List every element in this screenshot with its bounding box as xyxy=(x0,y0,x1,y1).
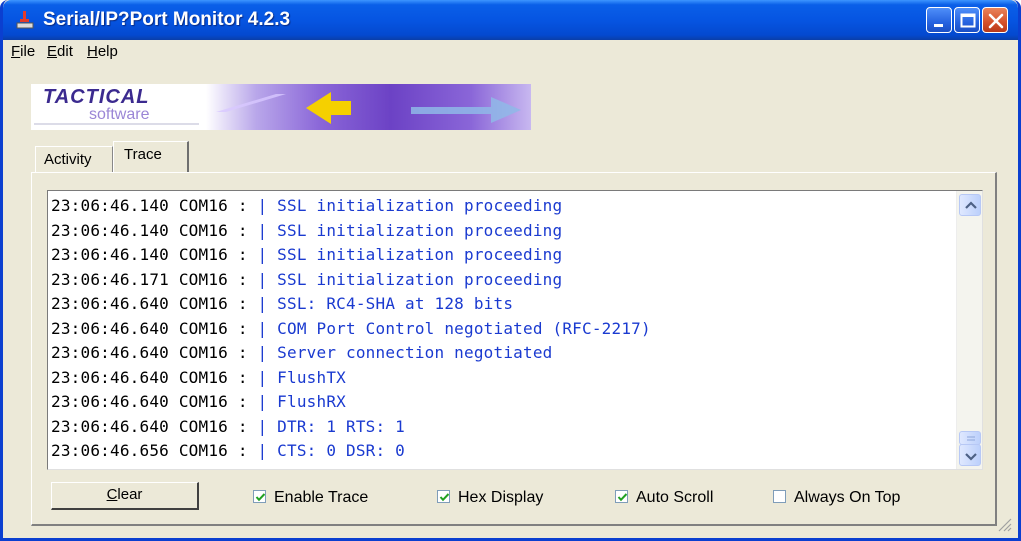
scroll-down-button[interactable] xyxy=(959,444,981,466)
trace-line-time-port: 23:06:46.656 COM16 : xyxy=(51,441,258,460)
trace-line: 23:06:46.140 COM16 : | SSL initializatio… xyxy=(48,219,954,244)
trace-line-time-port: 23:06:46.171 COM16 : xyxy=(51,269,258,289)
enable-trace-label: Enable Trace xyxy=(274,489,369,506)
trace-line-separator: | xyxy=(257,294,278,313)
trace-line-message: SSL initialization proceeding xyxy=(277,196,563,215)
hex-display-checkbox[interactable]: Hex Display xyxy=(437,489,543,507)
always-on-top-check-box[interactable] xyxy=(773,490,786,503)
trace-line-time-port: 23:06:46.640 COM16 : xyxy=(51,318,258,338)
trace-line-separator: | xyxy=(257,220,278,240)
trace-line-separator: | xyxy=(257,367,278,387)
app-icon[interactable] xyxy=(15,10,35,30)
trace-line-message: COM Port Control negotiated (RFC-2217) xyxy=(277,318,651,338)
trace-line-separator: | xyxy=(257,196,278,215)
trace-line-message: FlushRX xyxy=(277,392,347,411)
tab-trace-label: Trace xyxy=(124,146,162,163)
trace-line: 23:06:46.140 COM16 : | SSL initializatio… xyxy=(48,243,954,268)
banner-arrows-graphic xyxy=(34,92,521,125)
trace-line-time-port: 23:06:46.640 COM16 : xyxy=(51,343,258,362)
trace-lines-container: 23:06:46.140 COM16 : | SSL initializatio… xyxy=(48,194,954,464)
trace-line: 23:06:46.656 COM16 : | CTS: 0 DSR: 0 xyxy=(48,439,954,464)
tab-activity-label: Activity xyxy=(44,151,92,168)
trace-line: 23:06:46.171 COM16 : | SSL initializatio… xyxy=(48,268,954,293)
trace-line-separator: | xyxy=(257,441,278,460)
always-on-top-label: Always On Top xyxy=(794,489,901,506)
trace-line: 23:06:46.640 COM16 : | FlushTX xyxy=(48,366,954,391)
checkmark-icon xyxy=(255,493,266,502)
trace-line-time-port: 23:06:46.640 COM16 : xyxy=(51,367,258,387)
always-on-top-checkbox[interactable]: Always On Top xyxy=(773,489,900,507)
menu-help[interactable]: Help xyxy=(87,43,118,60)
trace-output-list[interactable]: 23:06:46.140 COM16 : | SSL initializatio… xyxy=(47,190,983,470)
trace-line-separator: | xyxy=(257,318,278,338)
trace-line-time-port: 23:06:46.640 COM16 : xyxy=(51,392,258,411)
auto-scroll-label: Auto Scroll xyxy=(636,489,714,506)
trace-line-message: SSL initialization proceeding xyxy=(277,220,563,240)
auto-scroll-check-box[interactable] xyxy=(615,490,628,503)
trace-line: 23:06:46.640 COM16 : | COM Port Control … xyxy=(48,317,954,342)
trace-line-time-port: 23:06:46.140 COM16 : xyxy=(51,220,258,240)
menu-file[interactable]: File xyxy=(11,43,35,60)
trace-line-time-port: 23:06:46.640 COM16 : xyxy=(51,294,258,313)
chevron-down-icon xyxy=(965,453,977,461)
minimize-button[interactable] xyxy=(926,7,952,33)
clear-button-label: Clear xyxy=(106,486,143,503)
trace-line-message: SSL initialization proceeding xyxy=(277,269,563,289)
app-window: Serial/IP?Port Monitor 4.2.3 File Edit H… xyxy=(0,0,1021,541)
enable-trace-checkbox[interactable]: Enable Trace xyxy=(253,489,368,507)
hex-display-check-box[interactable] xyxy=(437,490,450,503)
trace-scrollbar[interactable] xyxy=(956,191,982,469)
resize-grip-icon[interactable] xyxy=(996,516,1012,532)
trace-line-separator: | xyxy=(257,245,278,264)
trace-line-separator: | xyxy=(257,343,278,362)
enable-trace-check-box[interactable] xyxy=(253,490,266,503)
trace-line-time-port: 23:06:46.140 COM16 : xyxy=(51,196,258,215)
trace-line: 23:06:46.640 COM16 : | Server connection… xyxy=(48,341,954,366)
close-button[interactable] xyxy=(982,7,1008,33)
checkmark-icon xyxy=(617,493,628,502)
window-title: Serial/IP?Port Monitor 4.2.3 xyxy=(43,9,291,30)
scroll-thumb[interactable] xyxy=(959,431,981,445)
chevron-up-icon xyxy=(965,201,977,209)
trace-line-separator: | xyxy=(257,416,278,436)
maximize-button[interactable] xyxy=(954,7,980,33)
trace-line-message: CTS: 0 DSR: 0 xyxy=(277,441,405,460)
trace-line: 23:06:46.140 COM16 : | SSL initializatio… xyxy=(48,194,954,219)
trace-line: 23:06:46.640 COM16 : | DTR: 1 RTS: 1 xyxy=(48,415,954,440)
trace-line-message: SSL: RC4-SHA at 128 bits xyxy=(277,294,514,313)
trace-line-separator: | xyxy=(257,269,278,289)
clear-button[interactable]: Clear xyxy=(51,482,199,510)
hex-display-label: Hex Display xyxy=(458,489,544,506)
tab-trace[interactable]: Trace xyxy=(113,141,189,173)
tactical-software-banner: TACTICAL software xyxy=(31,84,531,130)
title-bar[interactable]: Serial/IP?Port Monitor 4.2.3 xyxy=(3,0,1018,40)
trace-line-separator: | xyxy=(257,392,278,411)
trace-line: 23:06:46.640 COM16 : | FlushRX xyxy=(48,390,954,415)
trace-line-message: Server connection negotiated xyxy=(277,343,553,362)
checkmark-icon xyxy=(439,493,450,502)
tab-activity[interactable]: Activity xyxy=(35,146,113,172)
trace-line: 23:06:46.640 COM16 : | SSL: RC4-SHA at 1… xyxy=(48,292,954,317)
trace-line-message: SSL initialization proceeding xyxy=(277,245,563,264)
menu-bar: File Edit Help xyxy=(3,40,1018,64)
trace-line-message: FlushTX xyxy=(277,367,347,387)
auto-scroll-checkbox[interactable]: Auto Scroll xyxy=(615,489,713,507)
trace-line-time-port: 23:06:46.140 COM16 : xyxy=(51,245,258,264)
trace-line-message: DTR: 1 RTS: 1 xyxy=(277,416,405,436)
menu-edit[interactable]: Edit xyxy=(47,43,73,60)
trace-line-time-port: 23:06:46.640 COM16 : xyxy=(51,416,258,436)
scroll-up-button[interactable] xyxy=(959,194,981,216)
